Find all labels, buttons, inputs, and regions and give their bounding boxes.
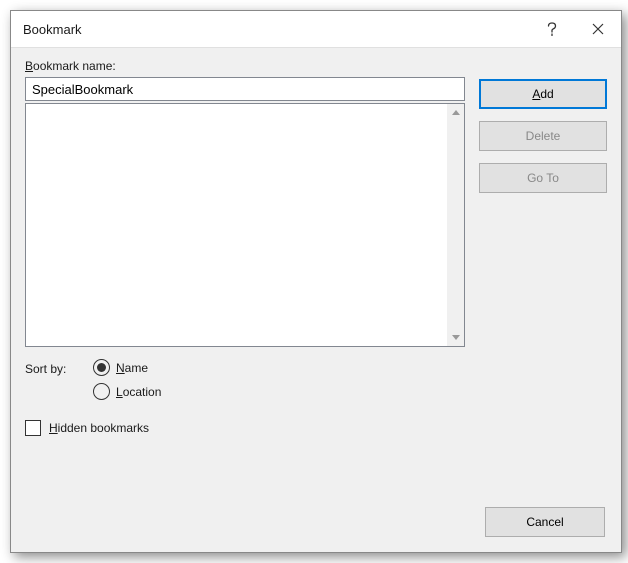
help-button[interactable] — [529, 11, 575, 47]
scroll-up-button[interactable] — [447, 104, 464, 121]
listbox-items — [26, 104, 447, 346]
hidden-bookmarks-label: Hidden bookmarks — [49, 421, 149, 435]
chevron-up-icon — [452, 110, 460, 115]
sort-name-radio[interactable]: Name — [93, 359, 161, 376]
bookmark-name-input[interactable] — [25, 77, 465, 101]
scroll-down-button[interactable] — [447, 329, 464, 346]
cancel-button[interactable]: Cancel — [485, 507, 605, 537]
dialog-content: Bookmark name: Sort by: — [11, 48, 621, 553]
sort-by-label: Sort by: — [25, 359, 83, 376]
bookmark-listbox[interactable] — [25, 103, 465, 347]
close-icon — [592, 23, 604, 35]
sort-location-label: Location — [116, 385, 161, 399]
sort-by-group: Sort by: Name Location — [25, 359, 465, 400]
help-icon — [547, 22, 557, 36]
titlebar: Bookmark — [11, 11, 621, 48]
chevron-down-icon — [452, 335, 460, 340]
bookmark-name-label: Bookmark name: — [25, 59, 465, 73]
delete-button[interactable]: Delete — [479, 121, 607, 151]
dialog-title: Bookmark — [23, 22, 529, 37]
close-button[interactable] — [575, 11, 621, 47]
goto-button[interactable]: Go To — [479, 163, 607, 193]
bookmark-dialog: Bookmark Bookmark name: — [10, 10, 622, 553]
sort-name-label: Name — [116, 361, 148, 375]
sort-location-radio[interactable]: Location — [93, 383, 161, 400]
radio-icon — [93, 359, 110, 376]
scrollbar[interactable] — [447, 104, 464, 346]
hidden-bookmarks-checkbox[interactable]: Hidden bookmarks — [25, 420, 465, 436]
radio-icon — [93, 383, 110, 400]
checkbox-icon — [25, 420, 41, 436]
add-button[interactable]: Add — [479, 79, 607, 109]
